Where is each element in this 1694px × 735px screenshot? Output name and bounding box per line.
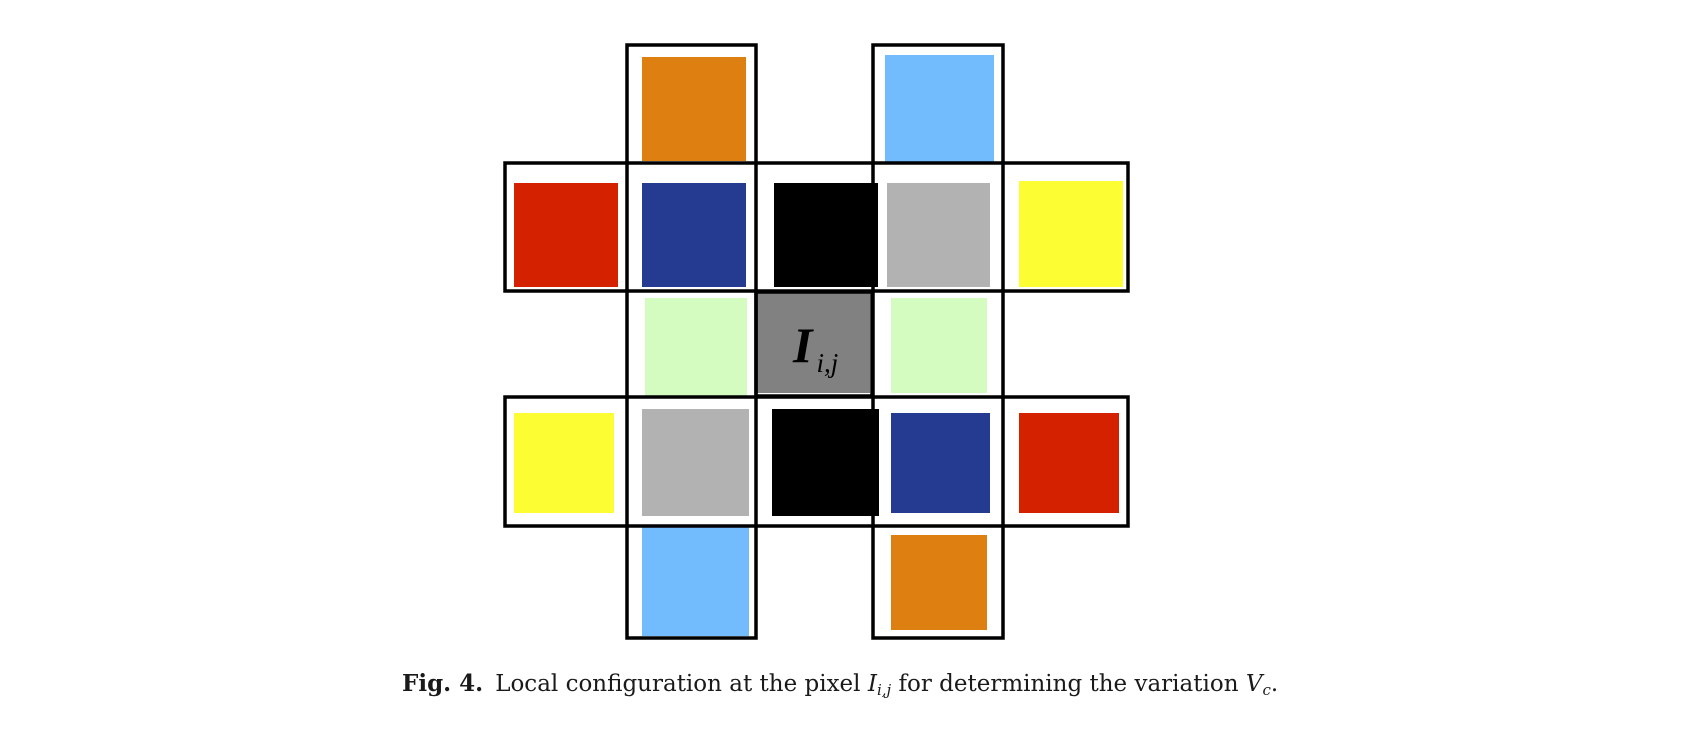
lower-row-red-swatch (1019, 413, 1119, 513)
center-pixel-label-subscript: i,j (816, 348, 838, 378)
caption-variation-symbol: V (1245, 671, 1263, 697)
caption-text-before: Local configuration at the pixel (495, 671, 868, 697)
caption-variation-subscript: c (1262, 681, 1271, 699)
lower-row-black-swatch (772, 409, 879, 516)
figure-caption: Fig. 4. Local configuration at the pixel … (402, 669, 1362, 699)
top-left-orange-swatch (642, 57, 746, 161)
upper-row-yellow-swatch (1019, 181, 1123, 287)
middle-right-light-green-swatch (891, 298, 987, 393)
upper-row-red-swatch (514, 183, 618, 287)
lower-row-navy-swatch (891, 413, 990, 513)
middle-left-light-green-swatch (645, 298, 747, 398)
color-swatches (514, 55, 1123, 636)
local-configuration-diagram: Ii,j (503, 43, 1130, 640)
caption-pixel-subscript: i,j (876, 681, 892, 699)
caption-text-end: . (1270, 671, 1279, 697)
center-pixel-label-main: I (792, 317, 814, 373)
bottom-left-light-blue-swatch (642, 527, 749, 636)
lower-row-gray-swatch (642, 409, 749, 516)
caption-text-middle: for determining the variation (891, 671, 1246, 697)
upper-row-navy-swatch (642, 183, 746, 287)
upper-row-black-swatch (774, 183, 878, 287)
upper-row-gray-swatch (887, 183, 990, 287)
bottom-right-orange-swatch (891, 535, 987, 630)
figure-label: Fig. 4. (402, 670, 484, 697)
top-right-light-blue-swatch (885, 55, 994, 163)
caption-pixel-symbol: I (867, 671, 877, 697)
center-pixel-swatch (757, 293, 870, 393)
lower-row-yellow-swatch (514, 413, 614, 513)
